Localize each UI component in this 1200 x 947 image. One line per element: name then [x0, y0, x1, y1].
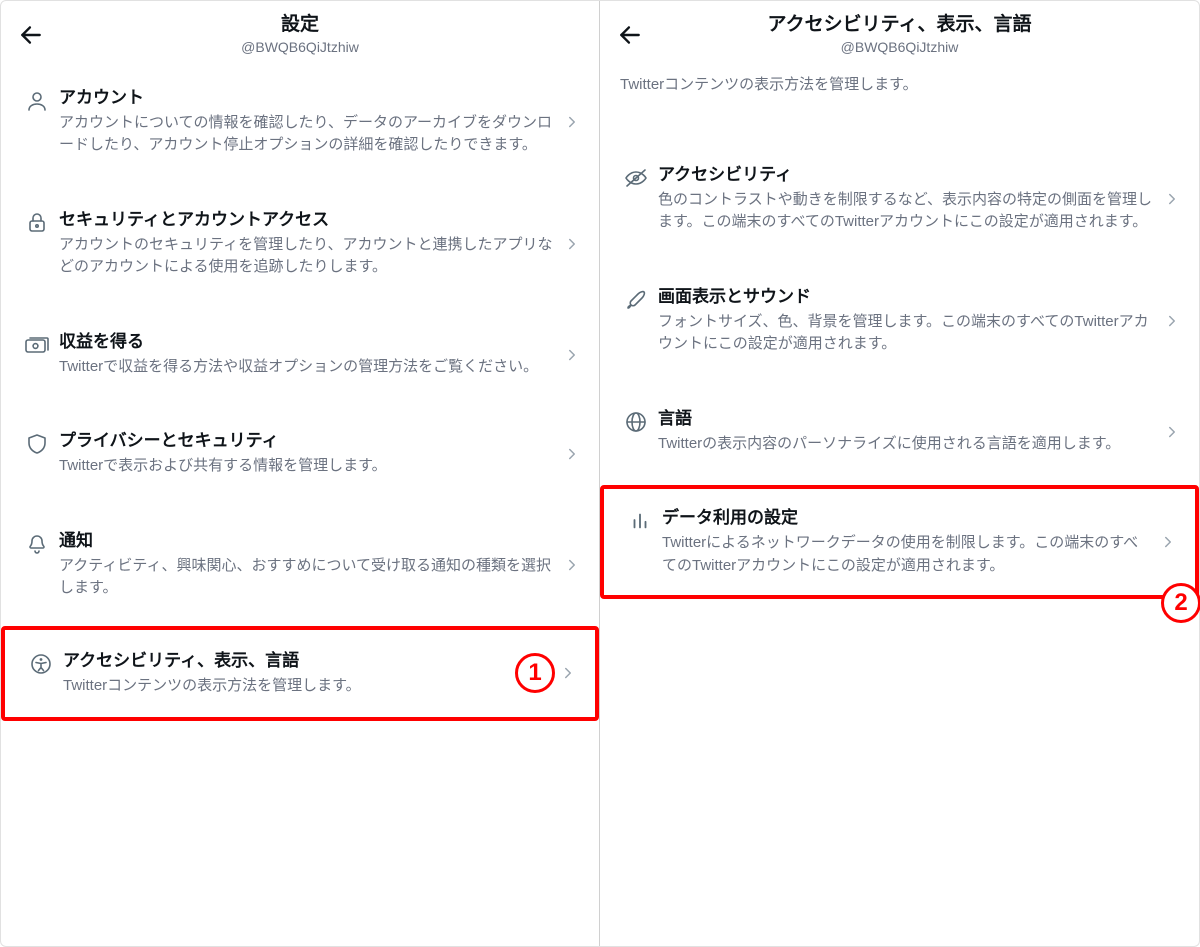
- item-notifications[interactable]: 通知 アクティビティ、興味関心、おすすめについて受け取る通知の種類を選択します。: [1, 504, 599, 626]
- account-handle: @BWQB6QiJtzhiw: [51, 39, 549, 56]
- page-description: Twitterコンテンツの表示方法を管理します。: [600, 61, 1199, 98]
- page-title: アクセシビリティ、表示、言語: [650, 14, 1149, 37]
- item-language[interactable]: 言語 Twitterの表示内容のパーソナライズに使用される言語を適用します。: [600, 382, 1199, 481]
- item-display-sound[interactable]: 画面表示とサウンド フォントサイズ、色、背景を管理します。この端末のすべてのTw…: [600, 260, 1199, 382]
- annotation-badge-1: 1: [515, 653, 555, 693]
- accessibility-list: アクセシビリティ 色のコントラストや動きを制限するなど、表示内容の特定の側面を管…: [600, 138, 1199, 599]
- item-title: 通知: [59, 530, 553, 553]
- item-body: セキュリティとアカウントアクセス アカウントのセキュリティを管理したり、アカウン…: [59, 209, 559, 279]
- account-handle: @BWQB6QiJtzhiw: [650, 39, 1149, 56]
- item-desc: Twitterによるネットワークデータの使用を制限します。この端末のすべてのTw…: [662, 532, 1149, 577]
- chevron-right-icon: [1159, 312, 1185, 330]
- item-desc: Twitterコンテンツの表示方法を管理します。: [63, 675, 549, 698]
- item-security-access[interactable]: セキュリティとアカウントアクセス アカウントのセキュリティを管理したり、アカウン…: [1, 183, 599, 305]
- item-title: アクセシビリティ: [658, 164, 1153, 187]
- bar-chart-icon: [618, 507, 662, 531]
- item-data-usage[interactable]: データ利用の設定 Twitterによるネットワークデータの使用を制限します。この…: [604, 489, 1195, 595]
- item-body: プライバシーとセキュリティ Twitterで表示および共有する情報を管理します。: [59, 430, 559, 477]
- settings-list: アカウント アカウントについての情報を確認したり、データのアーカイブをダウンロー…: [1, 61, 599, 721]
- item-desc: アカウントのセキュリティを管理したり、アカウントと連携したアプリなどのアカウント…: [59, 234, 553, 279]
- item-body: 収益を得る Twitterで収益を得る方法や収益オプションの管理方法をご覧くださ…: [59, 331, 559, 378]
- chevron-right-icon: [1159, 423, 1185, 441]
- item-title: 収益を得る: [59, 331, 553, 354]
- annotation-highlight-2: データ利用の設定 Twitterによるネットワークデータの使用を制限します。この…: [600, 485, 1199, 599]
- item-desc: アクティビティ、興味関心、おすすめについて受け取る通知の種類を選択します。: [59, 555, 553, 600]
- item-desc: Twitterで収益を得る方法や収益オプションの管理方法をご覧ください。: [59, 356, 553, 379]
- person-icon: [15, 87, 59, 113]
- page-title: 設定: [51, 14, 549, 37]
- item-accessibility-display-language[interactable]: アクセシビリティ、表示、言語 Twitterコンテンツの表示方法を管理します。 …: [5, 630, 595, 717]
- item-account[interactable]: アカウント アカウントについての情報を確認したり、データのアーカイブをダウンロー…: [1, 61, 599, 183]
- bell-icon: [15, 530, 59, 556]
- chevron-right-icon: [1155, 533, 1181, 551]
- item-body: アクセシビリティ、表示、言語 Twitterコンテンツの表示方法を管理します。: [63, 650, 555, 697]
- panel-header: アクセシビリティ、表示、言語 @BWQB6QiJtzhiw: [600, 1, 1199, 61]
- item-body: 通知 アクティビティ、興味関心、おすすめについて受け取る通知の種類を選択します。: [59, 530, 559, 600]
- item-title: アカウント: [59, 87, 553, 110]
- item-title: データ利用の設定: [662, 507, 1149, 530]
- item-desc: Twitterの表示内容のパーソナライズに使用される言語を適用します。: [658, 433, 1153, 456]
- globe-icon: [614, 408, 658, 434]
- panel-header: 設定 @BWQB6QiJtzhiw: [1, 1, 599, 61]
- item-title: セキュリティとアカウントアクセス: [59, 209, 553, 232]
- header-titles: アクセシビリティ、表示、言語 @BWQB6QiJtzhiw: [650, 14, 1149, 56]
- chevron-right-icon: [559, 235, 585, 253]
- back-button[interactable]: [610, 15, 650, 55]
- accessibility-panel: アクセシビリティ、表示、言語 @BWQB6QiJtzhiw Twitterコンテ…: [600, 1, 1199, 946]
- header-titles: 設定 @BWQB6QiJtzhiw: [51, 14, 549, 56]
- item-desc: 色のコントラストや動きを制限するなど、表示内容の特定の側面を管理します。この端末…: [658, 189, 1153, 234]
- item-title: 言語: [658, 408, 1153, 431]
- chevron-right-icon: [559, 556, 585, 574]
- accessibility-icon: [19, 650, 63, 676]
- item-body: 言語 Twitterの表示内容のパーソナライズに使用される言語を適用します。: [658, 408, 1159, 455]
- item-body: データ利用の設定 Twitterによるネットワークデータの使用を制限します。この…: [662, 507, 1155, 577]
- two-panel-comparison: 設定 @BWQB6QiJtzhiw アカウント アカウントについての情報を確認し…: [0, 0, 1200, 947]
- chevron-right-icon: [559, 346, 585, 364]
- shield-icon: [15, 430, 59, 456]
- item-accessibility[interactable]: アクセシビリティ 色のコントラストや動きを制限するなど、表示内容の特定の側面を管…: [600, 138, 1199, 260]
- item-privacy[interactable]: プライバシーとセキュリティ Twitterで表示および共有する情報を管理します。: [1, 404, 599, 503]
- item-title: アクセシビリティ、表示、言語: [63, 650, 549, 673]
- annotation-badge-2: 2: [1161, 583, 1200, 623]
- item-body: アクセシビリティ 色のコントラストや動きを制限するなど、表示内容の特定の側面を管…: [658, 164, 1159, 234]
- chevron-right-icon: [559, 113, 585, 131]
- arrow-left-icon: [18, 22, 44, 48]
- item-title: プライバシーとセキュリティ: [59, 430, 553, 453]
- item-body: アカウント アカウントについての情報を確認したり、データのアーカイブをダウンロー…: [59, 87, 559, 157]
- item-desc: アカウントについての情報を確認したり、データのアーカイブをダウンロードしたり、ア…: [59, 112, 553, 157]
- item-desc: フォントサイズ、色、背景を管理します。この端末のすべてのTwitterアカウント…: [658, 311, 1153, 356]
- money-icon: [15, 331, 59, 357]
- eye-off-icon: [614, 164, 658, 190]
- chevron-right-icon: [559, 445, 585, 463]
- item-monetization[interactable]: 収益を得る Twitterで収益を得る方法や収益オプションの管理方法をご覧くださ…: [1, 305, 599, 404]
- arrow-left-icon: [617, 22, 643, 48]
- item-title: 画面表示とサウンド: [658, 286, 1153, 309]
- item-desc: Twitterで表示および共有する情報を管理します。: [59, 455, 553, 478]
- back-button[interactable]: [11, 15, 51, 55]
- chevron-right-icon: [555, 664, 581, 682]
- annotation-highlight-1: アクセシビリティ、表示、言語 Twitterコンテンツの表示方法を管理します。 …: [1, 626, 599, 721]
- paintbrush-icon: [614, 286, 658, 312]
- item-body: 画面表示とサウンド フォントサイズ、色、背景を管理します。この端末のすべてのTw…: [658, 286, 1159, 356]
- lock-icon: [15, 209, 59, 235]
- chevron-right-icon: [1159, 190, 1185, 208]
- settings-panel: 設定 @BWQB6QiJtzhiw アカウント アカウントについての情報を確認し…: [1, 1, 600, 946]
